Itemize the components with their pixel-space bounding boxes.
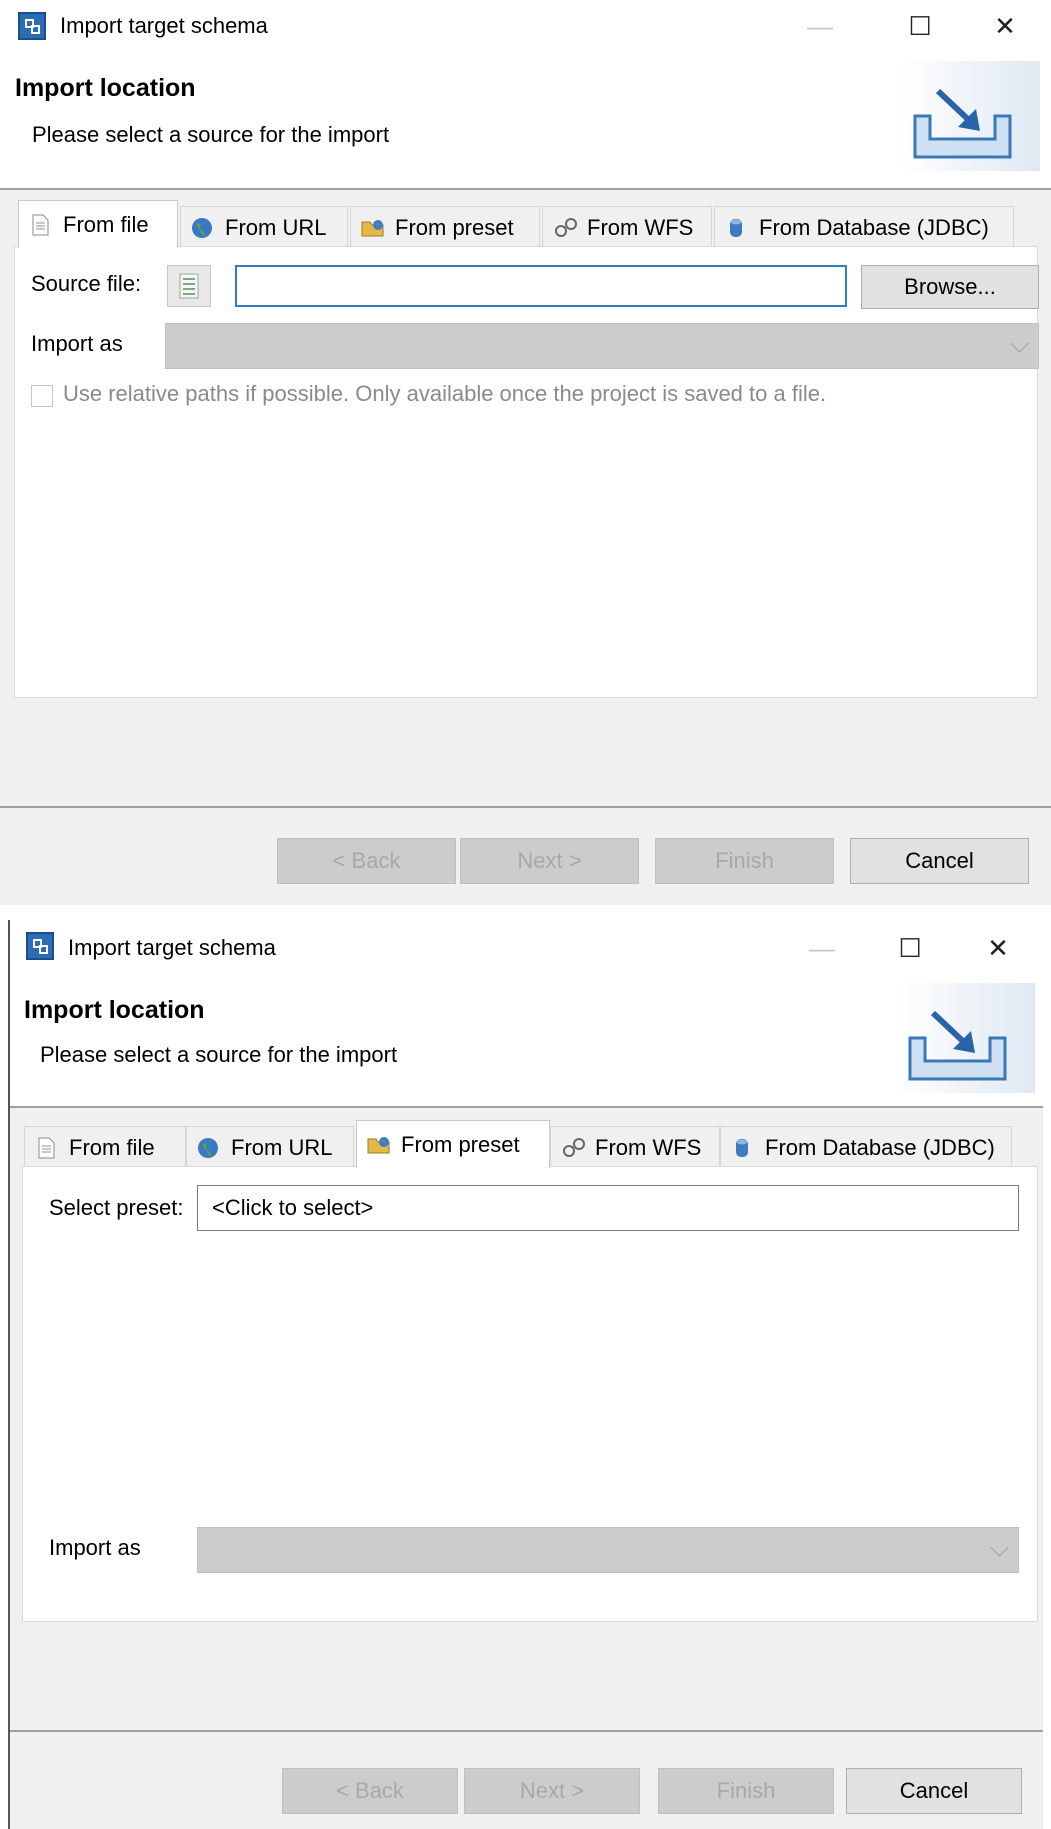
cancel-button[interactable]: Cancel [846,1768,1022,1814]
back-button[interactable]: < Back [277,838,456,884]
app-icon [18,12,46,40]
dialog-from-preset: Import target schema — ☐ ✕ Import locati… [8,920,1043,1829]
tab-label: From file [69,1134,155,1160]
tab-label: From file [63,211,149,237]
next-button[interactable]: Next > [460,838,639,884]
cancel-button[interactable]: Cancel [850,838,1029,884]
tab-label: From preset [395,214,514,240]
page-description: Please select a source for the import [40,1042,398,1067]
minimize-button[interactable]: — [802,928,842,968]
back-button[interactable]: < Back [282,1768,458,1814]
minimize-button[interactable]: — [800,6,840,46]
tab-label: From WFS [587,214,694,240]
page-title: Import location [15,74,196,102]
import-as-label: Import as [31,331,123,356]
relative-paths-checkbox[interactable] [31,385,53,407]
app-icon [26,932,54,960]
tab-from-database[interactable]: From Database (JDBC) [720,1126,1012,1168]
relative-paths-label: Use relative paths if possible. Only ava… [63,381,827,406]
source-file-input[interactable] [235,265,847,307]
tab-from-database[interactable]: From Database (JDBC) [714,206,1014,248]
tab-from-preset[interactable]: From preset [356,1120,550,1168]
tab-label: From Database (JDBC) [765,1134,995,1160]
tab-label: From WFS [595,1134,702,1160]
window-title: Import target schema [60,13,268,38]
globe-icon [191,217,213,239]
wizard-header: Import location Please select a source f… [0,56,1051,188]
select-preset-value: <Click to select> [212,1195,374,1220]
maximize-button[interactable]: ☐ [890,928,930,968]
title-bar: Import target schema — ☐ ✕ [0,0,1051,56]
select-preset-label: Select preset: [49,1195,184,1220]
tab-label: From preset [401,1131,520,1157]
close-button[interactable]: ✕ [985,6,1025,46]
file-icon [35,1137,57,1159]
tab-from-url[interactable]: From URL [180,206,348,248]
folder-icon [361,217,384,239]
file-type-button[interactable] [167,265,211,307]
tab-label: From Database (JDBC) [759,214,989,240]
source-file-label: Source file: [31,271,142,296]
maximize-button[interactable]: ☐ [900,6,940,46]
finish-button[interactable]: Finish [658,1768,834,1814]
select-preset-field[interactable]: <Click to select> [197,1185,1019,1231]
button-bar-separator [10,1730,1043,1732]
folder-icon [367,1134,390,1156]
import-as-label: Import as [49,1535,141,1560]
page-description: Please select a source for the import [32,122,390,147]
finish-button[interactable]: Finish [655,838,834,884]
chevron-down-icon [1010,334,1029,353]
next-button[interactable]: Next > [464,1768,640,1814]
tab-panel-from-preset: Select preset: <Click to select> Import … [22,1166,1038,1622]
title-bar: Import target schema — ☐ ✕ [10,920,1043,978]
tab-label: From URL [231,1134,333,1160]
header-separator [0,188,1051,190]
tab-from-preset[interactable]: From preset [350,206,540,248]
database-icon [725,217,747,239]
gears-icon [553,217,577,239]
page-title: Import location [24,996,205,1024]
tab-panel-from-file: Source file: Browse... Import as Use rel… [14,246,1039,698]
browse-button[interactable]: Browse... [861,265,1039,309]
window-title: Import target schema [68,935,276,960]
tab-label: From URL [225,214,327,240]
tab-from-file[interactable]: From file [18,200,178,248]
header-separator [10,1106,1043,1108]
tab-from-file[interactable]: From file [24,1126,186,1168]
tab-from-url[interactable]: From URL [186,1126,354,1168]
tab-from-wfs[interactable]: From WFS [550,1126,720,1168]
import-icon [895,983,1035,1093]
import-icon [900,61,1040,171]
dialog-from-file: Import target schema — ☐ ✕ Import locati… [0,0,1051,905]
list-icon [179,273,199,299]
chevron-down-icon [990,1538,1009,1557]
import-as-select[interactable] [197,1527,1019,1573]
import-as-select[interactable] [165,323,1039,369]
file-icon [29,214,51,236]
database-icon [731,1137,753,1159]
tab-from-wfs[interactable]: From WFS [542,206,712,248]
wizard-header: Import location Please select a source f… [10,978,1043,1106]
gears-icon [561,1137,585,1159]
globe-icon [197,1137,219,1159]
button-bar-separator [0,806,1051,808]
close-button[interactable]: ✕ [978,928,1018,968]
